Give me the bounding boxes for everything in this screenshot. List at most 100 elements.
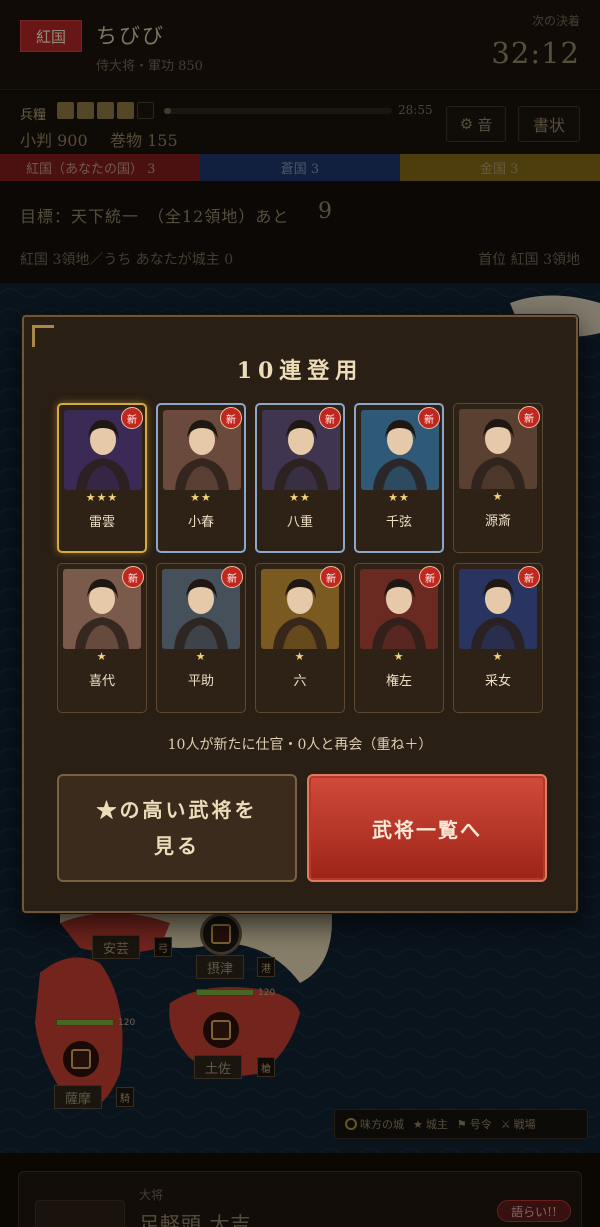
card-name: 八重: [286, 515, 313, 530]
settsu-unit-tag: 港: [257, 957, 275, 977]
recruit-card[interactable]: 新 ★★ 八重: [255, 403, 345, 553]
card-name: 源斎: [484, 514, 511, 529]
new-badge: 新: [320, 566, 342, 588]
corner-ornament: [32, 325, 54, 347]
general-card[interactable]: 大将 足軽頭 大吉 語らい!!: [18, 1171, 582, 1227]
card-name: 平助: [187, 674, 214, 689]
castle-satsuma[interactable]: [60, 1038, 102, 1080]
castle-tosa[interactable]: [200, 1009, 242, 1051]
food-pip: [117, 102, 134, 119]
general-list-button[interactable]: 武将一覧へ: [307, 774, 547, 882]
recruit-card[interactable]: 新 ★ 権左: [354, 563, 444, 713]
card-stars: ★★★: [85, 491, 119, 504]
recruit-card[interactable]: 新 ★ 六: [255, 563, 345, 713]
resource-bar: 兵糧 28:55 小判 900 巻物 155 ⚙ 音 書状: [0, 94, 600, 154]
new-badge: 新: [419, 566, 441, 588]
general-rank: 大将: [139, 1188, 164, 1202]
castle-settsu[interactable]: [200, 913, 242, 955]
map-legend: 味方の城 ★ 城主 ⚑ 号令 ⚔ 戦場: [334, 1109, 588, 1139]
food-pip: [57, 102, 74, 119]
card-name: 采女: [484, 674, 511, 689]
button-line-2: 見る: [154, 834, 200, 858]
general-name: 足軽頭 大吉: [139, 1212, 252, 1227]
satsuma-hp-bar: [56, 1019, 114, 1026]
new-badge: 新: [221, 566, 243, 588]
flag-icon: ⚑: [456, 1117, 467, 1131]
countdown-timer: 32:12: [491, 36, 580, 70]
new-badge: 新: [319, 407, 341, 429]
province-tosa[interactable]: 土佐: [194, 1055, 243, 1079]
card-name: 千弦: [385, 515, 412, 530]
timer-label: 次の決着: [531, 14, 580, 28]
food-pip: [97, 102, 114, 119]
card-stars: ★: [294, 650, 306, 663]
recruit-card[interactable]: 新 ★ 采女: [453, 563, 543, 713]
sound-button[interactable]: ⚙ 音: [446, 106, 506, 142]
food-pip: [137, 102, 154, 119]
faction-blue: 蒼国 3: [200, 154, 400, 181]
new-badge: 新: [518, 406, 540, 428]
food-progress-bar: [164, 108, 392, 114]
recruit-card[interactable]: 新 ★ 源斎: [453, 403, 543, 553]
coin-count: 小判 900: [20, 131, 88, 150]
satsuma-unit-tag: 騎: [116, 1087, 134, 1107]
province-settsu[interactable]: 摂津: [196, 955, 245, 979]
faction-strip: 紅国（あなたの国） 3 蒼国 3 金国 3: [0, 154, 600, 181]
new-badge: 新: [122, 566, 144, 588]
recruit-card[interactable]: 新 ★★ 千弦: [354, 403, 444, 553]
card-stars: ★: [195, 650, 207, 663]
province-satsuma[interactable]: 薩摩: [54, 1085, 103, 1109]
objective-remaining: 9: [318, 199, 332, 224]
ally-castle-icon: [345, 1118, 357, 1130]
leading-faction: 首位 紅国 3領地: [478, 252, 580, 268]
aki-unit-tag: 弓: [154, 937, 172, 957]
card-name: 権左: [385, 674, 412, 689]
faction-gold: 金国 3: [400, 154, 600, 181]
new-badge: 新: [220, 407, 242, 429]
sound-label: 音: [477, 115, 493, 134]
faction-red: 紅国（あなたの国） 3: [0, 154, 200, 181]
star-icon: ★: [413, 1117, 423, 1131]
card-name: 喜代: [88, 674, 115, 689]
card-stars: ★: [393, 650, 405, 663]
food-label: 兵糧: [20, 108, 47, 123]
food-pip: [77, 102, 94, 119]
card-name: 六: [293, 674, 307, 689]
view-high-star-button[interactable]: ★の高い武将を 見る: [57, 774, 297, 882]
recruit-card[interactable]: 新 ★★★ 雷雲: [57, 403, 147, 553]
card-name: 小春: [187, 515, 214, 530]
objective-text: 目標：天下統一 （全12領地）あと: [20, 207, 290, 226]
general-avatar: [35, 1200, 125, 1227]
card-stars: ★: [492, 490, 504, 503]
new-badge: 新: [418, 407, 440, 429]
recruit-card-grid: 新 ★★★ 雷雲新 ★★ 小春新 ★★ 八重新 ★★ 千弦新 ★ 源斎新 ★ 喜代新 ★ 平助新 ★ 六新 ★ 権左…: [57, 403, 547, 713]
recruit-card[interactable]: 新 ★ 喜代: [57, 563, 147, 713]
card-stars: ★★: [289, 491, 311, 504]
recruit-card[interactable]: 新 ★ 平助: [156, 563, 246, 713]
chat-button[interactable]: 語らい!!: [497, 1200, 571, 1222]
card-stars: ★: [96, 650, 108, 663]
new-badge: 新: [518, 566, 540, 588]
gear-icon: ⚙: [459, 115, 474, 133]
province-aki[interactable]: 安芸: [92, 935, 141, 959]
scroll-count: 巻物 155: [110, 131, 178, 150]
tosa-hp-bar: [196, 989, 254, 996]
satsuma-hp: 120: [118, 1018, 136, 1028]
recruit-summary: 10人が新たに仕官・0人と再会（重ね＋）: [167, 737, 433, 753]
modal-title: 10連登用: [236, 358, 364, 384]
top-header: 紅国 ちびび 侍大将・軍功 850 次の決着 32:12: [0, 0, 600, 90]
new-badge: 新: [121, 407, 143, 429]
tosa-unit-tag: 槍: [257, 1057, 275, 1077]
letters-button[interactable]: 書状: [518, 106, 580, 142]
bottom-panel: 大将 足軽頭 大吉 語らい!!: [0, 1153, 600, 1227]
food-pips: [57, 102, 154, 119]
food-refill-time: 28:55: [398, 103, 433, 117]
faction-badge: 紅国: [20, 20, 82, 52]
button-line-1: ★の高い武将を: [96, 798, 258, 822]
food-progress-fill: [164, 108, 171, 114]
recruit-card[interactable]: 新 ★★ 小春: [156, 403, 246, 553]
territory-status: 紅国 3領地／うち あなたが城主 0: [20, 252, 234, 268]
card-stars: ★★: [388, 491, 410, 504]
card-stars: ★: [492, 650, 504, 663]
recruit-result-modal: 10連登用 新 ★★★ 雷雲新 ★★ 小春新 ★★ 八重新 ★★ 千弦新 ★ 源斎新 ★ 喜代新 ★ 平助新…: [22, 315, 578, 913]
